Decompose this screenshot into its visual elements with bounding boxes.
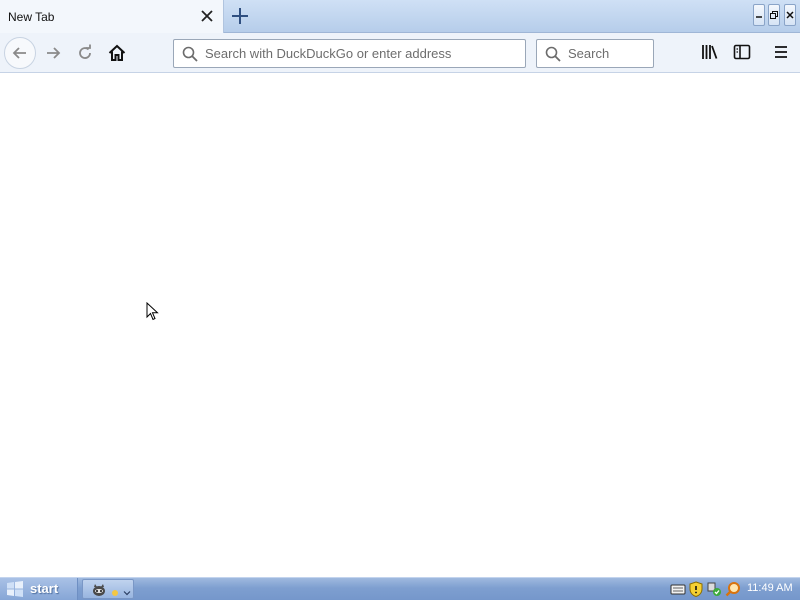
close-icon[interactable] [198, 7, 216, 25]
restore-button[interactable] [768, 4, 780, 26]
start-flag-icon [6, 581, 24, 597]
search-bar[interactable] [536, 39, 654, 68]
navigation-toolbar [0, 33, 800, 73]
search-input[interactable] [568, 40, 648, 67]
forward-button[interactable] [38, 38, 68, 68]
library-icon [702, 45, 718, 59]
hamburger-menu-icon [775, 46, 787, 58]
sidebar-button[interactable] [731, 41, 753, 63]
minimize-button[interactable] [753, 4, 765, 26]
raccoon-icon [91, 582, 107, 598]
minimize-icon [756, 16, 762, 18]
library-button[interactable] [699, 41, 721, 63]
plus-icon [232, 8, 248, 24]
arrow-right-icon [47, 47, 61, 59]
mouse-cursor-icon [146, 301, 160, 322]
home-button[interactable] [102, 38, 132, 68]
address-input[interactable] [205, 40, 520, 67]
home-icon [108, 44, 126, 61]
new-tab-button[interactable] [229, 5, 251, 27]
taskbar-item-browser[interactable] [82, 579, 134, 599]
chevron-down-icon[interactable] [123, 586, 131, 596]
page-content[interactable] [0, 73, 800, 577]
taskbar: start 11:49 AM [0, 577, 800, 600]
shield-icon[interactable] [688, 581, 704, 598]
badge-icon [111, 586, 119, 596]
close-window-button[interactable] [784, 4, 796, 26]
reload-icon [79, 44, 91, 59]
start-button[interactable]: start [0, 578, 78, 600]
arrow-left-icon [12, 47, 26, 59]
restore-icon [770, 11, 778, 19]
address-bar[interactable] [173, 39, 526, 68]
start-label: start [30, 581, 59, 596]
back-button[interactable] [4, 37, 36, 69]
search-icon [182, 46, 198, 62]
search-icon[interactable] [725, 581, 741, 597]
keyboard-icon[interactable] [670, 581, 686, 597]
tab-strip: New Tab [0, 0, 800, 33]
clock: 11:49 AM [747, 582, 793, 594]
sidebar-icon [733, 44, 751, 60]
reload-button[interactable] [70, 38, 100, 68]
close-icon [786, 11, 794, 19]
network-icon[interactable] [706, 581, 722, 597]
tab-title: New Tab [8, 10, 55, 24]
search-icon [545, 46, 561, 62]
menu-button[interactable] [770, 41, 792, 63]
tab-new-tab[interactable]: New Tab [0, 0, 224, 33]
